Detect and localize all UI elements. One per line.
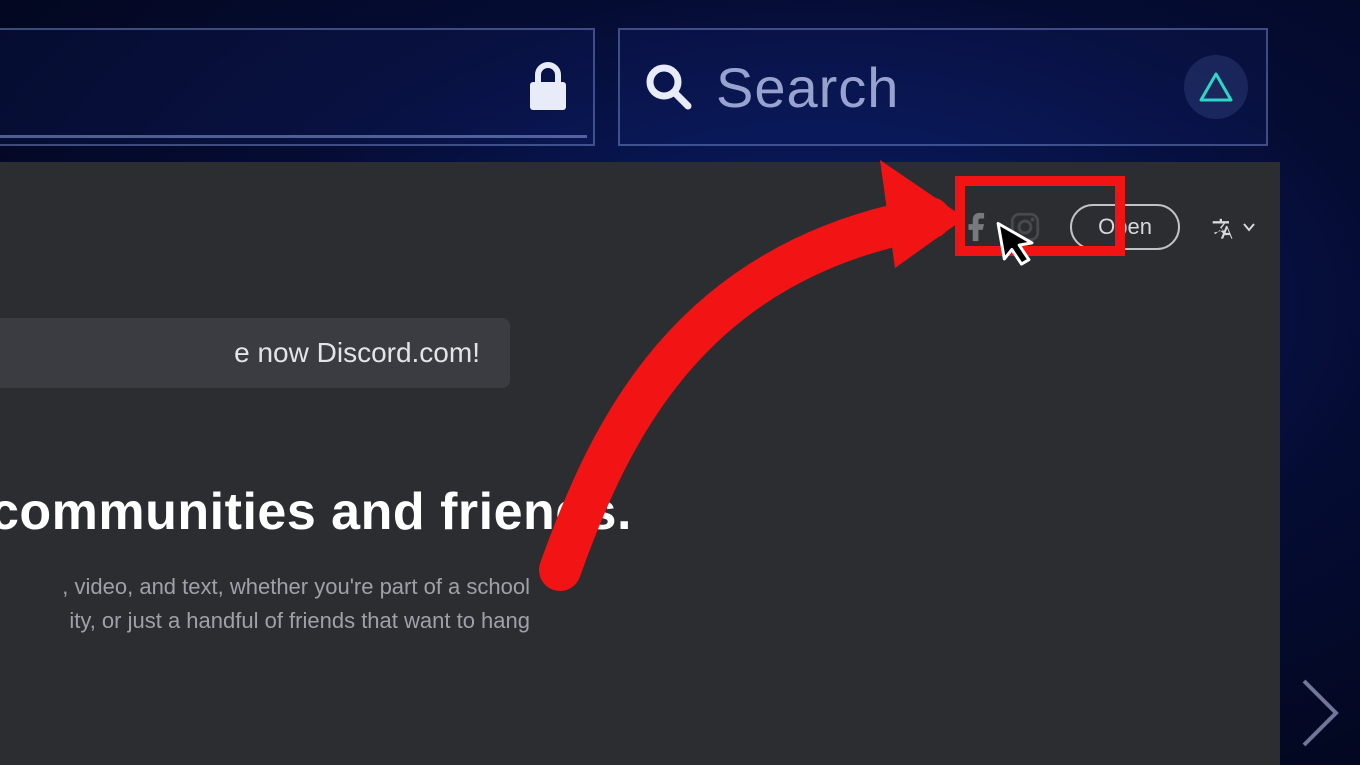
facebook-icon[interactable] (960, 210, 994, 244)
hero-subtext: , video, and text, whether you're part o… (0, 570, 530, 638)
announcement-banner: e now Discord.com! (0, 318, 510, 388)
language-switch[interactable] (1208, 213, 1256, 241)
twitter-icon[interactable] (912, 210, 946, 244)
chevron-right-icon[interactable] (1292, 673, 1348, 753)
address-underline (0, 135, 587, 138)
open-button[interactable]: Open (1070, 204, 1180, 250)
instagram-icon[interactable] (1008, 210, 1042, 244)
search-placeholder: Search (716, 55, 899, 120)
sub-line-2: ity, or just a handful of friends that w… (69, 608, 530, 633)
address-bar[interactable] (0, 28, 595, 146)
banner-text: e now Discord.com! (234, 337, 480, 369)
triangle-button[interactable] (1184, 55, 1248, 119)
translate-icon (1208, 213, 1236, 241)
page-header: Open (0, 204, 1256, 250)
hero-heading: communities and friends. (0, 482, 632, 542)
social-icons (912, 210, 1042, 244)
webpage-content: Open e now Discord.com! communities and … (0, 162, 1280, 765)
search-bar[interactable]: Search (618, 28, 1268, 146)
lock-icon (525, 60, 571, 114)
search-icon (642, 60, 696, 114)
sub-line-1: , video, and text, whether you're part o… (62, 574, 530, 599)
chevron-down-icon (1242, 220, 1256, 234)
